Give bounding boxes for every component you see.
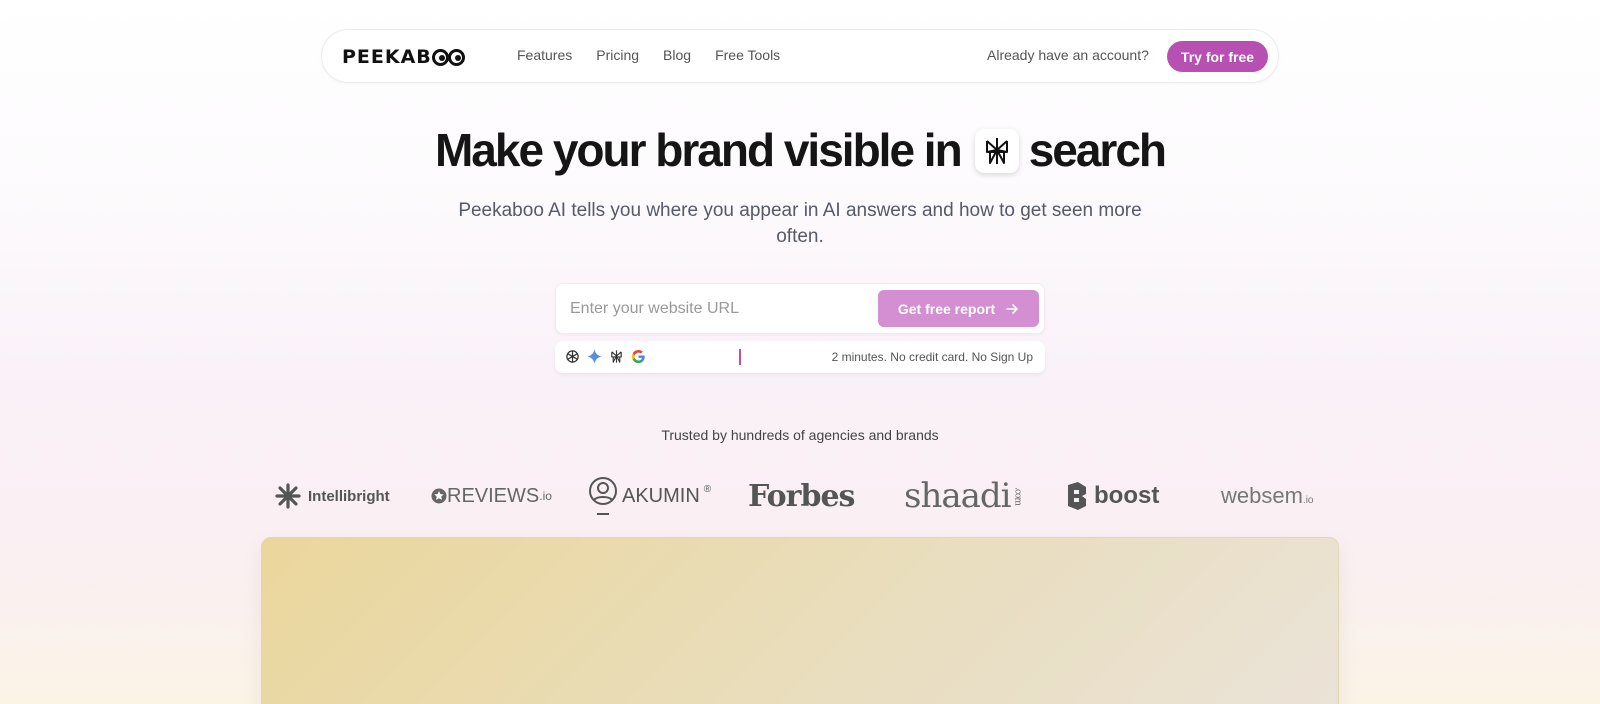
top-nav: PEEKAB Features Pricing Blog Free Tools … <box>321 29 1279 83</box>
akumin-logo: AKUMIN ® <box>588 474 711 518</box>
forbes-logo: Forbes <box>748 474 855 518</box>
websem-suffix: .io <box>1302 495 1314 506</box>
url-form: Get free report <box>555 283 1045 334</box>
form-note: 2 minutes. No credit card. No Sign Up <box>831 350 1033 364</box>
website-url-input[interactable] <box>570 297 870 321</box>
ai-engine-icons <box>565 349 646 364</box>
try-for-free-button[interactable]: Try for free <box>1167 41 1268 72</box>
boost-logo: boost <box>1066 474 1159 518</box>
google-icon <box>631 349 646 364</box>
logo-text: PEEKAB <box>342 46 432 68</box>
akumin-text: AKUMIN <box>622 484 700 507</box>
intellibright-logo: Intellibright <box>274 474 390 518</box>
nav-link-features[interactable]: Features <box>517 47 572 63</box>
perplexity-icon <box>609 349 624 364</box>
shaadi-text: shaadi <box>904 476 1012 516</box>
hero-title: Make your brand visible in search <box>0 124 1600 176</box>
akumin-mark: ® <box>703 484 712 495</box>
brand-logos: Intellibright REVIEWS .io AKUMIN ® Forbes … <box>270 474 1330 518</box>
arrow-right-icon <box>1006 303 1018 314</box>
reviews-text: REVIEWS <box>447 484 540 507</box>
hero-title-after: search <box>1028 124 1167 176</box>
boost-b-icon <box>1068 482 1086 510</box>
intellibright-text: Intellibright <box>308 487 390 505</box>
intellibright-star-icon <box>275 483 301 509</box>
product-preview-panel <box>261 537 1339 704</box>
shaadi-suffix: .com <box>1012 487 1023 505</box>
get-free-report-label: Get free report <box>897 300 996 317</box>
akumin-person-icon <box>589 477 617 515</box>
nav-link-free-tools[interactable]: Free Tools <box>715 47 780 63</box>
gemini-icon <box>587 349 602 364</box>
star-badge-icon <box>431 488 447 504</box>
logo[interactable]: PEEKAB <box>342 46 465 68</box>
websem-logo: websem .io <box>1221 474 1313 518</box>
hero-title-before: Make your brand visible in <box>434 124 963 176</box>
shaadi-logo: shaadi .com <box>904 474 1023 518</box>
forbes-text: Forbes <box>748 478 855 514</box>
boost-text: boost <box>1094 482 1160 509</box>
nav-link-blog[interactable]: Blog <box>663 47 691 63</box>
typing-cursor <box>739 349 741 365</box>
reviews-suffix: .io <box>539 489 552 503</box>
chatgpt-icon <box>565 349 580 364</box>
get-free-report-button[interactable]: Get free report <box>878 290 1039 327</box>
trusted-heading: Trusted by hundreds of agencies and bran… <box>661 427 939 443</box>
nav-links: Features Pricing Blog Free Tools <box>517 47 780 63</box>
form-footer: 2 minutes. No credit card. No Sign Up <box>555 341 1045 373</box>
login-link[interactable]: Already have an account? <box>987 47 1149 63</box>
nav-link-pricing[interactable]: Pricing <box>596 47 639 63</box>
logo-eyes-icon <box>431 48 465 66</box>
perplexity-icon <box>974 128 1019 173</box>
websem-text: websem <box>1221 483 1303 508</box>
hero-subtitle: Peekaboo AI tells you where you appear i… <box>458 200 1142 247</box>
reviews-io-logo: REVIEWS .io <box>431 474 552 518</box>
